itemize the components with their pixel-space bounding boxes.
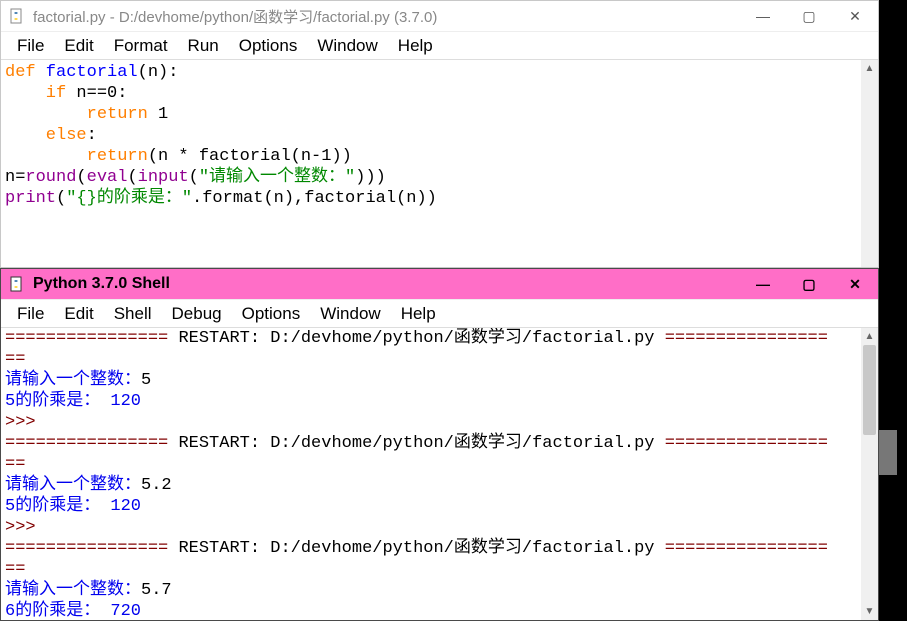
menu-edit[interactable]: Edit bbox=[54, 302, 103, 326]
right-grey-block bbox=[879, 430, 897, 475]
editor-window: factorial.py - D:/devhome/python/函数学习/fa… bbox=[0, 0, 879, 268]
menu-file[interactable]: File bbox=[7, 34, 54, 58]
menu-window[interactable]: Window bbox=[310, 302, 390, 326]
editor-scrollbar[interactable]: ▲ bbox=[861, 60, 878, 267]
menu-run[interactable]: Run bbox=[178, 34, 229, 58]
editor-menubar: File Edit Format Run Options Window Help bbox=[1, 31, 878, 59]
code-editor[interactable]: def factorial(n): if n==0: return 1 else… bbox=[1, 60, 861, 267]
menu-edit[interactable]: Edit bbox=[54, 34, 103, 58]
scroll-up-icon: ▲ bbox=[861, 60, 878, 77]
shell-scrollbar[interactable]: ▲ ▼ bbox=[861, 328, 878, 620]
editor-titlebar[interactable]: factorial.py - D:/devhome/python/函数学习/fa… bbox=[1, 1, 878, 31]
maximize-button[interactable]: ▢ bbox=[786, 1, 832, 31]
menu-format[interactable]: Format bbox=[104, 34, 178, 58]
maximize-button[interactable]: ▢ bbox=[786, 269, 832, 299]
python-file-icon bbox=[7, 6, 27, 26]
python-shell-icon bbox=[7, 274, 27, 294]
menu-options[interactable]: Options bbox=[232, 302, 311, 326]
menu-shell[interactable]: Shell bbox=[104, 302, 162, 326]
scroll-down-icon: ▼ bbox=[861, 603, 878, 620]
shell-window-controls: — ▢ ✕ bbox=[740, 269, 878, 299]
scroll-up-icon: ▲ bbox=[861, 328, 878, 345]
editor-title-text: factorial.py - D:/devhome/python/函数学习/fa… bbox=[33, 6, 437, 27]
minimize-button[interactable]: — bbox=[740, 269, 786, 299]
minimize-button[interactable]: — bbox=[740, 1, 786, 31]
menu-help[interactable]: Help bbox=[391, 302, 446, 326]
menu-options[interactable]: Options bbox=[229, 34, 308, 58]
shell-output[interactable]: ================ RESTART: D:/devhome/pyt… bbox=[1, 328, 861, 620]
close-button[interactable]: ✕ bbox=[832, 269, 878, 299]
close-button[interactable]: ✕ bbox=[832, 1, 878, 31]
shell-menubar: File Edit Shell Debug Options Window Hel… bbox=[1, 299, 878, 327]
shell-title-text: Python 3.7.0 Shell bbox=[33, 275, 170, 293]
shell-titlebar[interactable]: Python 3.7.0 Shell — ▢ ✕ bbox=[1, 269, 878, 299]
menu-help[interactable]: Help bbox=[388, 34, 443, 58]
editor-window-controls: — ▢ ✕ bbox=[740, 1, 878, 31]
menu-file[interactable]: File bbox=[7, 302, 54, 326]
menu-window[interactable]: Window bbox=[307, 34, 387, 58]
scroll-thumb[interactable] bbox=[863, 345, 876, 435]
menu-debug[interactable]: Debug bbox=[162, 302, 232, 326]
shell-window: Python 3.7.0 Shell — ▢ ✕ File Edit Shell… bbox=[0, 268, 879, 621]
right-dark-strip bbox=[879, 0, 907, 621]
